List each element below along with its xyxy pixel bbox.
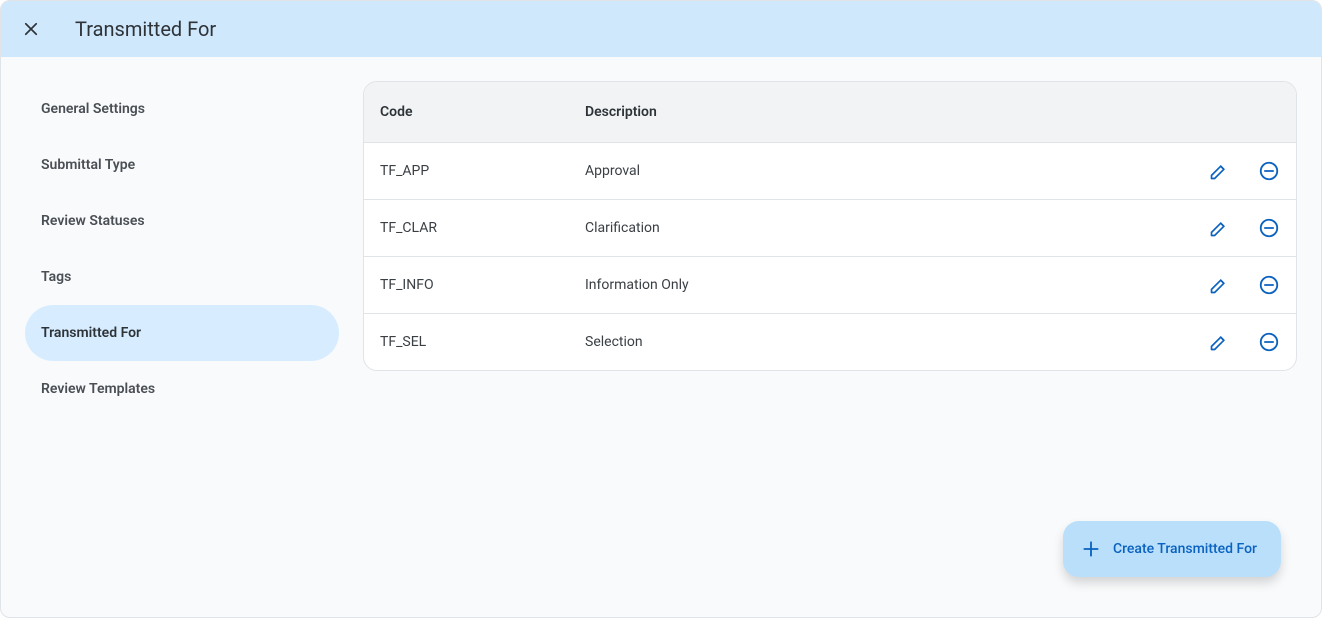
- remove-button[interactable]: [1258, 160, 1280, 182]
- table-row: TF_APPApproval: [364, 142, 1296, 199]
- remove-circle-icon: [1258, 217, 1280, 239]
- main: Code Description TF_APPApprovalTF_CLARCl…: [363, 81, 1297, 593]
- remove-circle-icon: [1258, 274, 1280, 296]
- col-header-code: Code: [380, 104, 585, 120]
- remove-circle-icon: [1258, 160, 1280, 182]
- cell-code: TF_CLAR: [380, 220, 585, 236]
- close-button[interactable]: [17, 15, 45, 43]
- remove-circle-icon: [1258, 331, 1280, 353]
- edit-button[interactable]: [1208, 274, 1230, 296]
- header: Transmitted For: [1, 1, 1321, 57]
- sidebar-item-review-templates[interactable]: Review Templates: [25, 361, 339, 417]
- plus-icon: [1081, 539, 1101, 559]
- cell-description: Selection: [585, 334, 1160, 350]
- pencil-icon: [1209, 161, 1229, 181]
- pencil-icon: [1209, 218, 1229, 238]
- page-title: Transmitted For: [75, 17, 216, 41]
- body: General Settings Submittal Type Review Sta…: [1, 57, 1321, 617]
- cell-code: TF_INFO: [380, 277, 585, 293]
- row-actions: [1160, 217, 1280, 239]
- sidebar-item-label: Review Statuses: [41, 213, 145, 229]
- pencil-icon: [1209, 275, 1229, 295]
- edit-button[interactable]: [1208, 331, 1230, 353]
- close-icon: [22, 20, 40, 38]
- row-actions: [1160, 274, 1280, 296]
- sidebar-item-submittal-type[interactable]: Submittal Type: [25, 137, 339, 193]
- create-transmitted-for-button[interactable]: Create Transmitted For: [1063, 521, 1281, 577]
- remove-button[interactable]: [1258, 274, 1280, 296]
- cell-description: Information Only: [585, 277, 1160, 293]
- pencil-icon: [1209, 332, 1229, 352]
- table: Code Description TF_APPApprovalTF_CLARCl…: [363, 81, 1297, 371]
- remove-button[interactable]: [1258, 217, 1280, 239]
- table-row: TF_INFOInformation Only: [364, 256, 1296, 313]
- sidebar-item-label: Transmitted For: [41, 325, 141, 341]
- sidebar-item-transmitted-for[interactable]: Transmitted For: [25, 305, 339, 361]
- col-header-description: Description: [585, 104, 1160, 120]
- sidebar-item-tags[interactable]: Tags: [25, 249, 339, 305]
- edit-button[interactable]: [1208, 217, 1230, 239]
- row-actions: [1160, 160, 1280, 182]
- sidebar-item-general-settings[interactable]: General Settings: [25, 81, 339, 137]
- table-body: TF_APPApprovalTF_CLARClarificationTF_INF…: [364, 142, 1296, 370]
- table-row: TF_SELSelection: [364, 313, 1296, 370]
- sidebar-item-label: General Settings: [41, 101, 145, 117]
- sidebar-item-label: Tags: [41, 269, 71, 285]
- cell-code: TF_SEL: [380, 334, 585, 350]
- cell-code: TF_APP: [380, 163, 585, 179]
- sidebar-item-label: Submittal Type: [41, 157, 135, 173]
- cell-description: Clarification: [585, 220, 1160, 236]
- app-frame: Transmitted For General Settings Submitta…: [0, 0, 1322, 618]
- sidebar: General Settings Submittal Type Review Sta…: [25, 81, 339, 593]
- table-row: TF_CLARClarification: [364, 199, 1296, 256]
- table-header: Code Description: [364, 82, 1296, 142]
- create-button-label: Create Transmitted For: [1113, 541, 1257, 557]
- remove-button[interactable]: [1258, 331, 1280, 353]
- edit-button[interactable]: [1208, 160, 1230, 182]
- sidebar-item-label: Review Templates: [41, 381, 155, 397]
- cell-description: Approval: [585, 163, 1160, 179]
- sidebar-item-review-statuses[interactable]: Review Statuses: [25, 193, 339, 249]
- row-actions: [1160, 331, 1280, 353]
